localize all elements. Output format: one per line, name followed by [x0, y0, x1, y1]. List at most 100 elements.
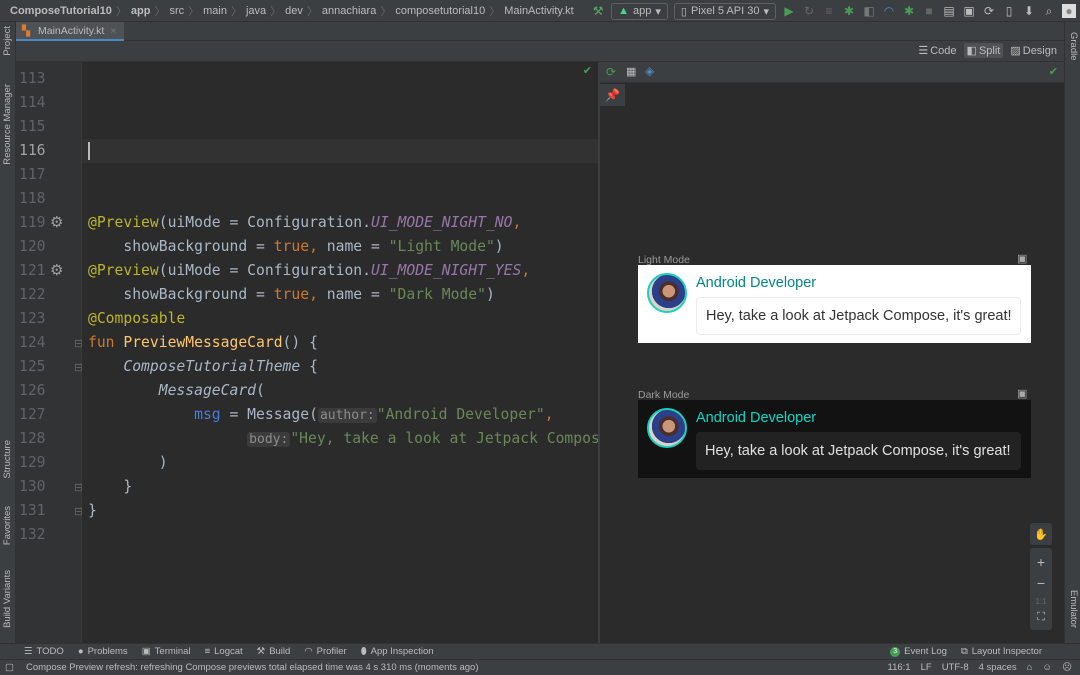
breadcrumb-item[interactable]: ComposeTutorial10 — [6, 5, 116, 17]
line-separator[interactable]: LF — [921, 662, 932, 673]
run-icon[interactable]: ▶ — [782, 4, 796, 18]
tool-window-label: Build — [269, 646, 291, 657]
breadcrumb-item[interactable]: app — [127, 5, 155, 17]
hand-icon: ✋ — [1034, 528, 1048, 541]
device-manager-icon[interactable]: ▣ — [962, 4, 976, 18]
code-token: , — [544, 406, 554, 423]
logcat-icon: ≡ — [204, 646, 211, 657]
code-token: fun — [88, 334, 124, 351]
tab-main-activity[interactable]: ▚ MainActivity.kt × — [16, 22, 125, 41]
zoom-to-fit-icon[interactable]: ⛶ — [1037, 611, 1045, 624]
project-structure-icon[interactable]: ▤ — [942, 4, 956, 18]
indent-setting[interactable]: 4 spaces — [979, 662, 1017, 673]
code-token: { — [300, 358, 318, 375]
line-number-gutter: 113 114 115 116 117 118 119 ⚙ 120 121 ⚙ 122 123 124 ⊟ 1… — [16, 62, 83, 643]
breadcrumb-item[interactable]: annachiara — [318, 5, 380, 17]
breadcrumb-item[interactable]: dev — [281, 5, 307, 17]
layers-icon[interactable]: ◈ — [645, 64, 654, 78]
device-select[interactable]: ▯ Pixel 5 API 30 ▾ — [673, 2, 776, 20]
zoom-out-button[interactable]: − — [1037, 575, 1045, 591]
code-mode-button[interactable]: ☰ Code — [915, 43, 959, 58]
attach-debugger-icon[interactable]: ◧ — [862, 4, 876, 18]
project-tool-button[interactable]: Project — [2, 26, 13, 56]
pan-button[interactable]: ✋ — [1030, 523, 1052, 545]
breadcrumb-item[interactable]: java — [242, 5, 270, 17]
design-mode-button[interactable]: ▨ Design — [1007, 43, 1060, 58]
tool-window-app-inspection[interactable]: ⬮ App Inspection — [361, 646, 434, 657]
close-icon[interactable]: × — [110, 25, 116, 37]
layout-options-icon[interactable]: ▦ — [626, 65, 636, 78]
build-icon: ⚒ — [256, 646, 266, 657]
happy-feedback-icon[interactable]: ☺ — [1042, 662, 1052, 673]
line-number: 115 — [19, 118, 46, 135]
breadcrumb-separator-icon: 〉 — [230, 5, 242, 18]
code-line: } — [88, 499, 97, 523]
tool-window-label: App Inspection — [370, 646, 434, 657]
code-line: MessageCard( — [88, 379, 265, 403]
sync-gradle-icon[interactable]: ⟳ — [982, 4, 996, 18]
tool-window-terminal[interactable]: ▣ Terminal — [142, 646, 191, 657]
tool-window-profiler[interactable]: ◠ Profiler — [304, 646, 346, 657]
zoom-in-button[interactable]: + — [1037, 554, 1045, 570]
code-token: ) — [494, 238, 504, 255]
tool-windows-toggle-icon[interactable]: ▢ — [5, 662, 14, 673]
event-log-button[interactable]: 3 Event Log — [890, 646, 947, 657]
resource-manager-tool-button[interactable]: Resource Manager — [2, 84, 13, 165]
breadcrumb-item[interactable]: composetutorial10 — [391, 5, 489, 17]
sdk-manager-icon[interactable]: ⬇ — [1022, 4, 1036, 18]
code-token: } — [88, 478, 133, 495]
preview-settings-gear-icon[interactable]: ⚙ — [50, 213, 63, 231]
caret-position[interactable]: 116:1 — [888, 662, 911, 673]
avd-manager-icon[interactable]: ▯ — [1002, 4, 1016, 18]
tool-window-build[interactable]: ⚒ Build — [257, 646, 291, 657]
file-encoding[interactable]: UTF-8 — [942, 662, 969, 673]
status-message[interactable]: Compose Preview refresh: refreshing Comp… — [26, 662, 479, 673]
breadcrumb-separator-icon: 〉 — [380, 5, 392, 18]
pin-icon[interactable]: 📌 — [600, 84, 625, 106]
message-card-preview[interactable]: Android Developer Hey, take a look at Jet… — [638, 400, 1031, 478]
apply-changes-icon[interactable]: ↻ — [802, 4, 816, 18]
code-token: , — [512, 214, 522, 231]
emulator-tool-button[interactable]: Emulator — [1068, 590, 1079, 628]
apply-code-changes-icon[interactable]: ≡ — [822, 4, 836, 18]
split-mode-button[interactable]: ◧ Split — [963, 43, 1004, 58]
tool-window-logcat[interactable]: ≡ Logcat — [205, 646, 243, 657]
sad-feedback-icon[interactable]: ☹ — [1062, 662, 1072, 673]
stop-icon[interactable]: ■ — [922, 4, 936, 18]
layout-inspector-button[interactable]: ⧉ Layout Inspector — [961, 646, 1042, 657]
lock-icon[interactable]: ⌂ — [1027, 662, 1033, 673]
code-token: MessageCard — [158, 382, 257, 399]
gradle-tool-button[interactable]: Gradle — [1068, 32, 1079, 61]
preview-interactive-icon[interactable]: ▣ — [1017, 387, 1027, 400]
code-editor[interactable]: ✔ @Preview(uiMode = Configuration.UI_MOD… — [82, 62, 598, 643]
code-line: showBackground = true, name = "Light Mod… — [88, 235, 504, 259]
tool-window-label: Problems — [87, 646, 128, 657]
structure-tool-button[interactable]: Structure — [2, 440, 13, 479]
tool-window-todo[interactable]: ☰ TODO — [24, 646, 64, 657]
build-variants-tool-button[interactable]: Build Variants — [2, 570, 13, 628]
tool-window-problems[interactable]: ● Problems — [78, 646, 128, 657]
message-card-preview[interactable]: Android Developer Hey, take a look at Jet… — [638, 265, 1031, 343]
profiler-icon[interactable]: ◠ — [882, 4, 896, 18]
breadcrumb-item[interactable]: src — [165, 5, 188, 17]
device-icon: ▯ — [680, 5, 687, 18]
code-token: PreviewMessageCard — [123, 334, 283, 351]
code-line: @Preview(uiMode = Configuration.UI_MODE_… — [88, 211, 521, 235]
zoom-reset-button[interactable]: 1:1 — [1035, 597, 1046, 606]
refresh-icon[interactable]: ⟳ — [606, 65, 616, 79]
preview-interactive-icon[interactable]: ▣ — [1017, 252, 1027, 265]
search-icon[interactable]: ⌕ — [1042, 4, 1056, 18]
user-avatar-icon[interactable]: ● — [1062, 4, 1076, 18]
code-line: showBackground = true, name = "Dark Mode… — [88, 283, 494, 307]
preview-settings-gear-icon[interactable]: ⚙ — [50, 261, 63, 279]
breadcrumb-item[interactable]: main — [199, 5, 231, 17]
debug-icon[interactable]: ✱ — [842, 4, 856, 18]
build-hammer-icon[interactable]: ⚒ — [591, 4, 605, 18]
favorites-tool-button[interactable]: Favorites — [2, 506, 13, 545]
code-token: "Hey, take a look at Jetpack Compose, it… — [290, 430, 598, 447]
code-token: showBackground = — [88, 286, 274, 303]
code-icon: ☰ — [918, 45, 929, 57]
run-config-select[interactable]: ▲ app ▾ — [611, 2, 668, 20]
breadcrumb-item[interactable]: MainActivity.kt — [500, 5, 577, 17]
attach-profiler-icon[interactable]: ✱ — [902, 4, 916, 18]
